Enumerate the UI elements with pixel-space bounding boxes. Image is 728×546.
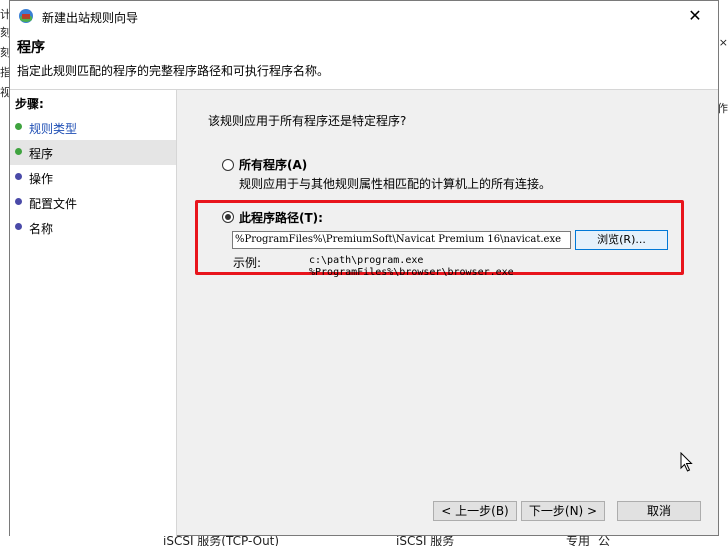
cancel-button[interactable]: 取消 (617, 501, 701, 521)
step-profile: 配置文件 (10, 190, 176, 215)
step-label: 配置文件 (29, 197, 78, 211)
step-pending-bullet-icon (15, 198, 22, 205)
next-button[interactable]: 下一步(N) > (521, 501, 605, 521)
background-rule-extra: 公 (598, 536, 611, 546)
scope-question: 该规则应用于所有程序还是特定程序? (208, 114, 407, 128)
wizard-header: 程序 指定此规则匹配的程序的完整程序路径和可执行程序名称。 (10, 31, 718, 90)
firewall-app-icon (19, 9, 33, 23)
step-name: 名称 (10, 215, 176, 240)
step-pending-bullet-icon (15, 173, 22, 180)
program-path-label[interactable]: 此程序路径(T): (239, 209, 323, 226)
background-text-fragment: × (718, 36, 728, 49)
all-programs-radio[interactable] (222, 159, 234, 171)
example-path-1: c:\path\program.exe (309, 255, 424, 266)
new-outbound-rule-wizard-window: 新建出站规则向导 ✕ 程序 指定此规则匹配的程序的完整程序路径和可执行程序名称。… (9, 0, 719, 536)
program-path-radio[interactable] (222, 211, 234, 223)
background-rule-name: iSCSI 服务(TCP-Out) (163, 536, 280, 546)
step-rule-type[interactable]: 规则类型 (10, 115, 176, 140)
close-icon: ✕ (688, 6, 702, 25)
window-title: 新建出站规则向导 (42, 11, 139, 25)
step-label: 规则类型 (29, 122, 78, 136)
close-button[interactable]: ✕ (672, 1, 718, 31)
background-rule-profile: 专用 (566, 536, 591, 546)
page-title: 程序 (17, 40, 45, 56)
step-action: 操作 (10, 165, 176, 190)
step-program[interactable]: 程序 (10, 140, 176, 165)
background-rule-group: iSCSI 服务 (396, 536, 455, 546)
all-programs-label[interactable]: 所有程序(A) (239, 156, 307, 173)
steps-panel: 步骤: 规则类型 程序 操作 配置文件 名称 (10, 90, 177, 536)
all-programs-description: 规则应用于与其他规则属性相匹配的计算机上的所有连接。 (239, 177, 552, 191)
mouse-cursor-icon (680, 452, 693, 472)
page-description: 指定此规则匹配的程序的完整程序路径和可执行程序名称。 (17, 64, 330, 78)
background-app-right-edge: × 作 (717, 0, 728, 546)
example-label: 示例: (233, 256, 262, 270)
example-path-2: %ProgramFiles%\browser\browser.exe (309, 267, 514, 278)
step-pending-bullet-icon (15, 223, 22, 230)
back-button[interactable]: < 上一步(B) (433, 501, 517, 521)
step-done-bullet-icon (15, 148, 22, 155)
title-bar[interactable]: 新建出站规则向导 ✕ (10, 1, 718, 31)
program-path-input[interactable]: %ProgramFiles%\PremiumSoft\Navicat Premi… (232, 231, 571, 249)
step-label: 名称 (29, 222, 54, 236)
browse-button[interactable]: 浏览(R)... (575, 230, 668, 250)
wizard-content: 该规则应用于所有程序还是特定程序? 所有程序(A) 规则应用于与其他规则属性相匹… (177, 90, 718, 536)
step-label: 程序 (29, 147, 54, 161)
step-done-bullet-icon (15, 123, 22, 130)
background-rule-row: iSCSI 服务(TCP-Out) iSCSI 服务 专用 公 (0, 536, 728, 546)
step-label: 操作 (29, 172, 54, 186)
steps-title: 步骤: (15, 97, 44, 111)
